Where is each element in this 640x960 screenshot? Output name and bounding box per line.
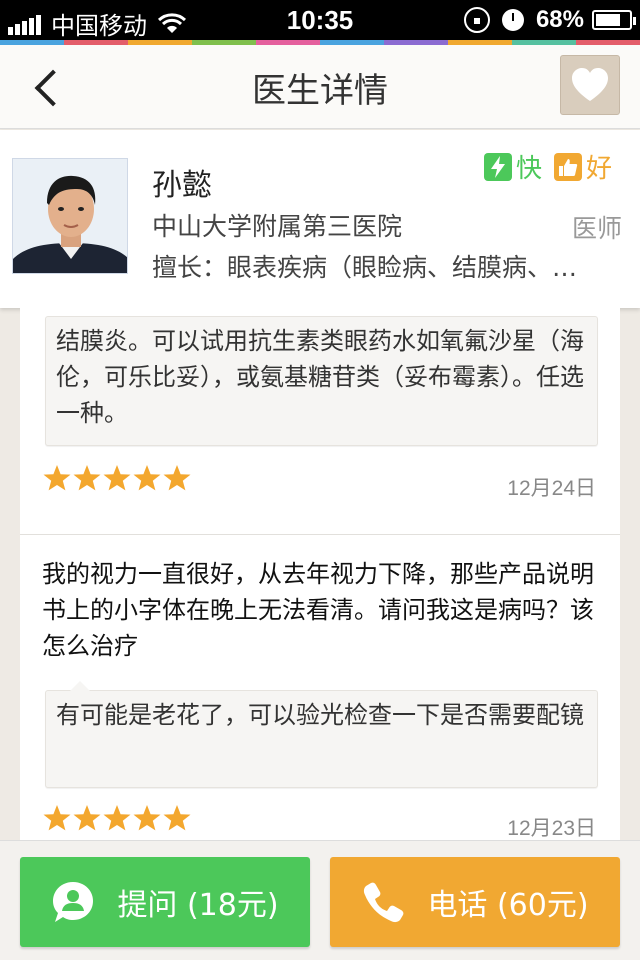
page-title: 医生详情 (252, 71, 388, 111)
phone-call-label: 电话 (60元) (427, 888, 589, 923)
star-icon (73, 805, 101, 831)
star-icon (103, 805, 131, 831)
rating-stars (42, 464, 192, 492)
badge-good-label: 好 (585, 154, 612, 184)
badge-fast-label: 快 (515, 154, 542, 184)
doctor-hospital: 中山大学附属第三医院 (152, 212, 403, 241)
badge-fast: 快 (483, 148, 542, 185)
star-icon (43, 465, 71, 491)
star-icon (43, 805, 71, 831)
review-date: 12月24日 (507, 477, 596, 500)
ask-question-button[interactable]: 提问 (18元) (20, 857, 310, 947)
star-icon (163, 805, 191, 831)
doctor-badges: 快 好 (472, 148, 612, 185)
doctor-card[interactable]: 孙懿 快 好 中山大学附属第三医院 医师 擅长：眼表疾病（眼睑病、结膜病、… (0, 130, 640, 308)
heart-icon (572, 68, 608, 101)
phone-call-button[interactable]: 电话 (60元) (330, 857, 620, 947)
star-icon (103, 465, 131, 491)
doctor-name: 孙懿 (152, 168, 212, 203)
review-date: 12月23日 (507, 817, 596, 840)
badge-good: 好 (553, 148, 612, 185)
review-list[interactable]: 结膜炎。可以试用抗生素类眼药水如氧氟沙星（海伦，可乐比妥），或氨基糖苷类（妥布霉… (20, 308, 620, 840)
alarm-icon (501, 9, 524, 31)
rating-stars (42, 804, 192, 832)
status-bar: 中国移动 10:35 68% (0, 0, 640, 40)
lightning-icon (483, 152, 512, 181)
nav-bar: 医生详情 (0, 45, 640, 129)
favorite-button[interactable] (560, 55, 620, 115)
battery-icon (592, 10, 636, 30)
avatar-photo (13, 159, 127, 273)
doctor-title: 医师 (571, 214, 622, 243)
star-icon (133, 465, 161, 491)
doctor-specialty: 擅长：眼表疾病（眼睑病、结膜病、… (152, 253, 578, 282)
doctor-avatar (12, 158, 128, 274)
answer-bubble: 有可能是老花了，可以验光检查一下是否需要配镜 (45, 681, 598, 788)
bottom-action-bar: 提问 (18元) 电话 (60元) (0, 840, 640, 960)
star-icon (163, 465, 191, 491)
thumbs-up-icon (553, 152, 582, 181)
review-divider (20, 534, 620, 535)
rotation-lock-icon (463, 7, 490, 33)
star-icon (133, 805, 161, 831)
chat-person-icon (53, 882, 94, 922)
status-right: 68% (463, 6, 636, 34)
battery-percent: 68% (535, 6, 584, 33)
answer-bubble: 结膜炎。可以试用抗生素类眼药水如氧氟沙星（海伦，可乐比妥），或氨基糖苷类（妥布霉… (45, 316, 598, 446)
phone-icon (364, 882, 404, 923)
star-icon (73, 465, 101, 491)
ask-question-label: 提问 (18元) (117, 888, 279, 923)
question-text: 我的视力一直很好，从去年视力下降，那些产品说明书上的小字体在晚上无法看清。请问我… (42, 560, 594, 660)
